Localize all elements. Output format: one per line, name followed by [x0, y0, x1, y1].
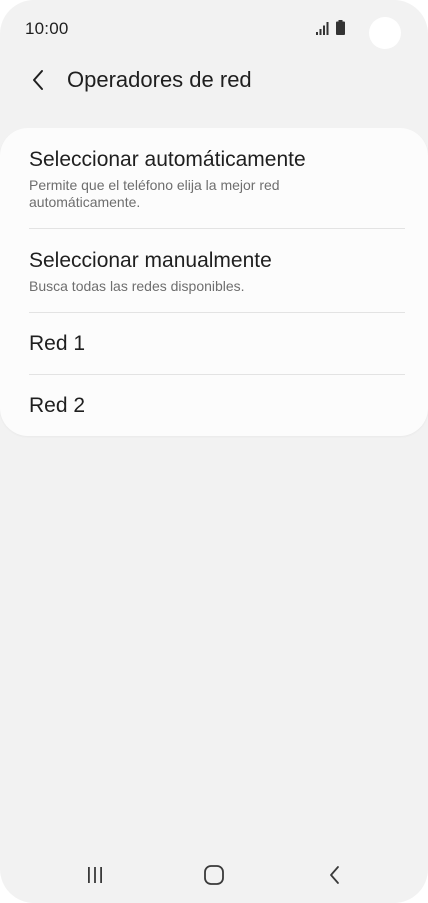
- network-item-red-1[interactable]: Red 1: [0, 313, 428, 374]
- item-title: Seleccionar manualmente: [29, 249, 272, 272]
- nav-back-button[interactable]: [305, 850, 365, 900]
- status-time: 10:00: [25, 19, 69, 38]
- chevron-left-icon: [33, 70, 43, 90]
- phone-screen: 10:00 Operadores de red Seleccionar auto…: [0, 0, 428, 903]
- back-icon: [330, 866, 339, 884]
- item-subtitle: Busca todas las redes disponibles.: [29, 278, 245, 294]
- signal-bars-icon: [316, 22, 329, 35]
- item-title: Red 2: [29, 394, 86, 417]
- select-manually-item[interactable]: Seleccionar manualmente Busca todas las …: [0, 229, 428, 312]
- network-item-red-2[interactable]: Red 2: [0, 375, 428, 436]
- home-button[interactable]: [184, 850, 244, 900]
- network-operators-card: Seleccionar automáticamente Permite que …: [0, 128, 428, 436]
- battery-icon: [336, 20, 345, 35]
- recents-icon: [88, 867, 102, 883]
- page-title: Operadores de red: [67, 67, 252, 92]
- status-bar: 10:00: [0, 0, 428, 56]
- home-icon: [204, 865, 224, 885]
- item-title: Seleccionar automáticamente: [29, 148, 306, 171]
- item-title: Red 1: [29, 332, 86, 355]
- select-automatically-item[interactable]: Seleccionar automáticamente Permite que …: [0, 128, 428, 229]
- navigation-bar: [0, 850, 428, 903]
- front-camera-cutout: [369, 17, 401, 49]
- recents-button[interactable]: [65, 850, 125, 900]
- app-header: Operadores de red: [0, 56, 428, 106]
- item-subtitle: Permite que el teléfono elija la mejor r…: [29, 177, 280, 210]
- back-button[interactable]: [22, 64, 54, 96]
